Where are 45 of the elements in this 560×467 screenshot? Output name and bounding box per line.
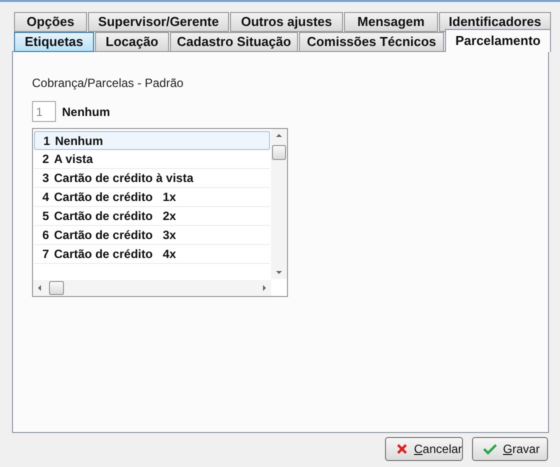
tab[interactable]: Parcelamento	[445, 29, 551, 52]
list-item[interactable]: 7 Cartão de crédito 4x	[34, 245, 270, 264]
tab[interactable]: Opções	[14, 12, 87, 32]
scroll-thumb[interactable]	[49, 281, 64, 295]
vertical-scrollbar[interactable]	[271, 129, 287, 279]
section-label: Cobrança/Parcelas - Padrão	[32, 75, 184, 92]
item-number: 2	[41, 151, 50, 168]
item-number: 4	[41, 189, 50, 206]
item-number: 6	[41, 227, 50, 244]
scroll-left-icon[interactable]	[38, 285, 41, 291]
list-item[interactable]: 1 Nenhum	[34, 131, 270, 150]
list-item[interactable]: 4 Cartão de crédito 1x	[34, 188, 270, 207]
list-item[interactable]: 5 Cartão de crédito 2x	[34, 207, 270, 226]
tab[interactable]: Mensagem	[344, 12, 438, 32]
tab[interactable]: Supervisor/Gerente	[88, 12, 229, 32]
item-number: 3	[41, 170, 50, 187]
horizontal-scrollbar[interactable]	[33, 280, 271, 296]
tab[interactable]: Etiquetas	[14, 32, 94, 52]
list-item[interactable]: 6 Cartão de crédito 3x	[34, 226, 270, 245]
item-text: Nenhum	[55, 132, 103, 150]
item-text: Cartão de crédito à vista	[54, 170, 194, 187]
scroll-right-icon[interactable]	[263, 285, 266, 291]
tab[interactable]: Outros ajustes	[230, 12, 343, 32]
cancel-button[interactable]: Cancelar	[385, 437, 463, 461]
save-button[interactable]: Gravar	[472, 437, 548, 461]
item-text: A vista	[54, 151, 93, 168]
item-text: Cartão de crédito 2x	[54, 208, 176, 225]
item-text: Cartão de crédito 3x	[54, 227, 176, 244]
item-text: Cartão de crédito 1x	[54, 189, 176, 206]
tab[interactable]: Locação	[95, 32, 169, 52]
tab[interactable]: Cadastro Situação	[170, 32, 298, 52]
item-number: 5	[41, 208, 50, 225]
code-field[interactable]: 1	[32, 101, 56, 122]
checkmark-icon	[483, 443, 497, 455]
item-number: 1	[42, 132, 51, 150]
scroll-thumb[interactable]	[272, 145, 286, 160]
close-icon	[396, 443, 408, 455]
scroll-up-icon[interactable]	[276, 134, 282, 137]
item-number: 7	[41, 246, 50, 263]
item-text: Cartão de crédito 4x	[54, 246, 176, 263]
list-item[interactable]: 2 A vista	[34, 150, 270, 169]
tab[interactable]: Comissões Técnicos	[299, 32, 444, 52]
code-description: Nenhum	[62, 104, 110, 120]
scroll-down-icon[interactable]	[276, 271, 282, 274]
list-item[interactable]: 3 Cartão de crédito à vista	[34, 169, 270, 188]
